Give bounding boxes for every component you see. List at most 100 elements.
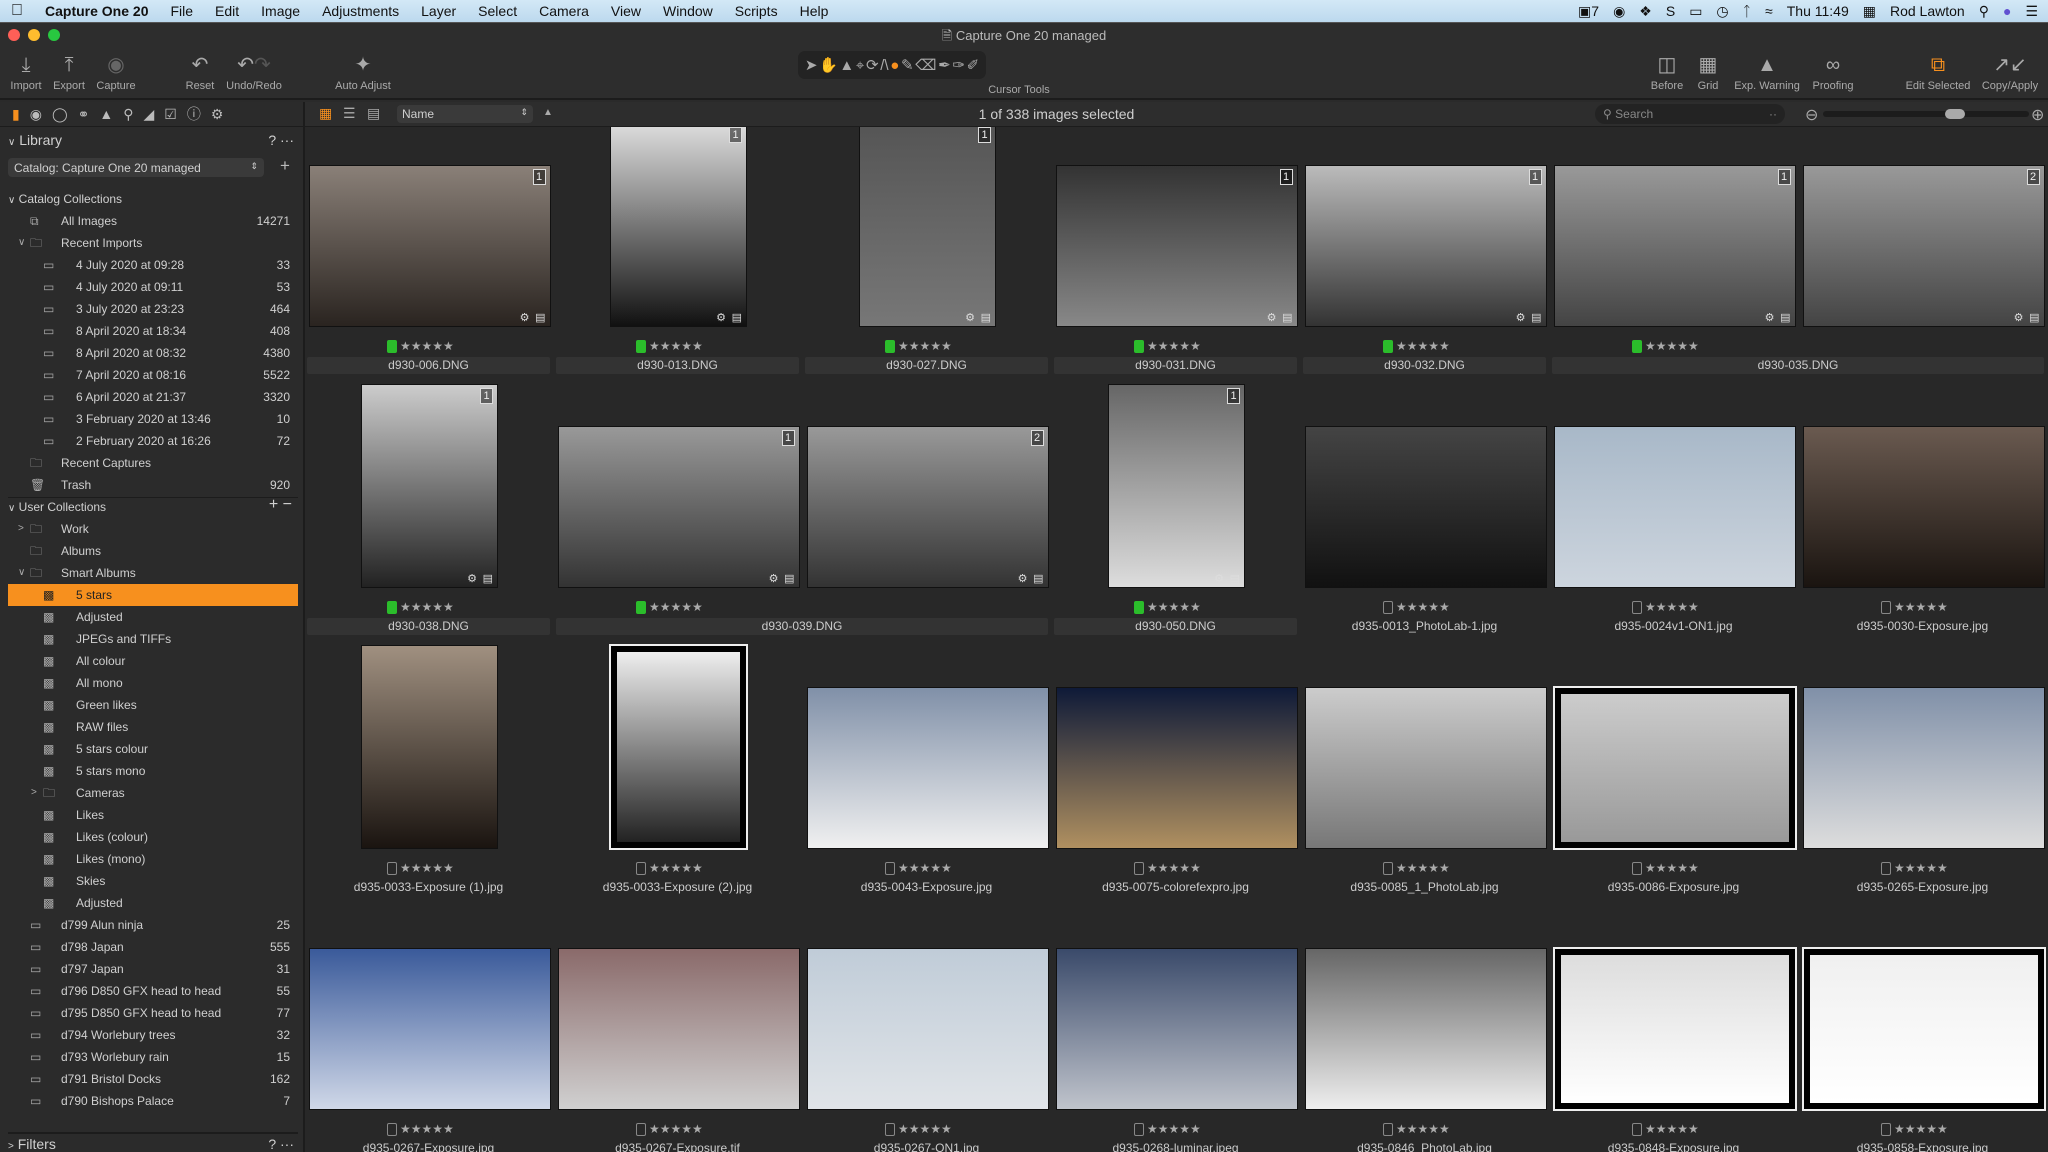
proofing-button[interactable]: ∞ Proofing [1803, 50, 1863, 92]
collection-item[interactable]: ▩ Likes (mono) [8, 848, 298, 870]
collection-item[interactable]: ⧉ All Images 14271 [8, 210, 298, 232]
thumbnail-cell[interactable]: ★★★★★ d935-0268-luminar.jpeg [1052, 127, 1301, 1152]
collection-item[interactable]: ▩ Likes (colour) [8, 826, 298, 848]
crop-icon[interactable]: ⌖ [856, 57, 864, 74]
spot-removal-icon[interactable]: ✎ [901, 56, 914, 74]
menu-image[interactable]: Image [250, 3, 311, 19]
creative-cloud-icon[interactable]: ◉ [1613, 3, 1625, 20]
collection-item[interactable]: 🗑 Trash 920 [8, 474, 298, 496]
thumbnail-image[interactable] [1552, 947, 1797, 1111]
thumbnail-cell[interactable]: ★★★★★ d935-0267-Exposure.jpg [305, 127, 554, 1152]
menu-window[interactable]: Window [652, 3, 724, 19]
star-rating[interactable]: ★★★★★ [400, 1122, 454, 1136]
star-rating[interactable]: ★★★★★ [1147, 1122, 1201, 1136]
select-cursor-icon[interactable]: ➤ [805, 56, 818, 74]
collection-item[interactable]: 🗀 Albums [8, 540, 298, 562]
airplay-icon[interactable]: ▭ [1689, 3, 1702, 20]
siri-icon[interactable]: ● [2003, 3, 2011, 19]
menu-help[interactable]: Help [789, 3, 840, 19]
catalog-select[interactable]: Catalog: Capture One 20 managed ⇕ [8, 158, 264, 177]
menu-select[interactable]: Select [467, 3, 528, 19]
collection-item[interactable]: ▭ d796 D850 GFX head to head 55 [8, 980, 298, 1002]
collection-item[interactable]: ▭ d794 Worlebury trees 32 [8, 1024, 298, 1046]
star-rating[interactable]: ★★★★★ [1645, 1122, 1699, 1136]
menu-edit[interactable]: Edit [204, 3, 250, 19]
star-rating[interactable]: ★★★★★ [1396, 1122, 1450, 1136]
collection-item[interactable]: ▭ 4 July 2020 at 09:11 53 [8, 276, 298, 298]
thumbnail-cell[interactable]: ★★★★★ d935-0267-ON1.jpg [803, 127, 1052, 1152]
collection-item[interactable]: ▭ 8 April 2020 at 18:34 408 [8, 320, 298, 342]
color-tag[interactable] [1881, 1122, 1891, 1136]
notification-center-icon[interactable]: ☰ [2025, 3, 2038, 20]
time-machine-icon[interactable]: ◷ [1716, 3, 1728, 20]
s-icon[interactable]: S [1666, 3, 1675, 19]
collection-item[interactable]: > 🗀 Work [8, 518, 298, 540]
collection-item[interactable]: ▭ 3 February 2020 at 13:46 10 [8, 408, 298, 430]
zoom-in-icon[interactable]: ⊕ [2031, 105, 2044, 125]
slider-handle[interactable] [1945, 109, 1965, 119]
menu-adjustments[interactable]: Adjustments [311, 3, 410, 19]
collection-item[interactable]: ▩ 5 stars mono [8, 760, 298, 782]
collection-item[interactable]: ▩ 5 stars colour [8, 738, 298, 760]
thumbnail-cell[interactable]: ★★★★★ d935-0858-Exposure.jpg [1799, 127, 2048, 1152]
zoom-out-icon[interactable]: ⊖ [1805, 105, 1818, 125]
eraser-icon[interactable]: ⌫ [915, 56, 936, 74]
thumbnail-cell[interactable]: ★★★★★ d935-0848-Exposure.jpg [1550, 127, 1799, 1152]
rotate-icon[interactable]: ⟳ [866, 56, 879, 74]
gradient-mask-icon[interactable]: ✑ [952, 56, 965, 74]
collection-item[interactable]: ▭ 8 April 2020 at 08:32 4380 [8, 342, 298, 364]
color-tag[interactable] [387, 1122, 397, 1136]
clock[interactable]: Thu 11:49 [1787, 3, 1849, 19]
straighten-icon[interactable]: /\ [880, 57, 888, 74]
collection-item[interactable]: ∨ 🗀 Smart Albums [8, 562, 298, 584]
collection-item[interactable]: ▩ JPEGs and TIFFs [8, 628, 298, 650]
collection-item[interactable]: ▭ d795 D850 GFX head to head 77 [8, 1002, 298, 1024]
collection-item[interactable]: ▩ Adjusted [8, 606, 298, 628]
menu-file[interactable]: File [159, 3, 204, 19]
edit-selected-button[interactable]: ⧉ Edit Selected [1898, 50, 1978, 92]
collection-item[interactable]: ▭ 4 July 2020 at 09:28 33 [8, 254, 298, 276]
copy-apply-button[interactable]: ↗↙ Copy/Apply [1975, 50, 2045, 92]
color-tag[interactable] [885, 1122, 895, 1136]
collection-item[interactable]: ▩ 5 stars [8, 584, 298, 606]
collection-item[interactable]: ▩ All colour [8, 650, 298, 672]
collection-item[interactable]: ∨ 🗀 Recent Imports [8, 232, 298, 254]
menu-scripts[interactable]: Scripts [724, 3, 789, 19]
auto-adjust-button[interactable]: ✦ Auto Adjust [323, 50, 403, 92]
filters-header[interactable]: > Filters? ··· [8, 1132, 298, 1152]
menu-view[interactable]: View [600, 3, 652, 19]
thumbnail-image[interactable] [807, 949, 1048, 1109]
thumbnail-image[interactable] [558, 949, 799, 1109]
collection-item[interactable]: ▭ 6 April 2020 at 21:37 3320 [8, 386, 298, 408]
collection-item[interactable]: ▭ d798 Japan 555 [8, 936, 298, 958]
collection-item[interactable]: ▭ d791 Bristol Docks 162 [8, 1068, 298, 1090]
star-rating[interactable]: ★★★★★ [1894, 1122, 1948, 1136]
collection-item[interactable]: ▭ d799 Alun ninja 25 [8, 914, 298, 936]
thumbnail-cell[interactable]: ★★★★★ d935-0846_PhotoLab.jpg [1301, 127, 1550, 1152]
add-collection-icon[interactable]: + [269, 496, 278, 513]
collection-item[interactable]: ▩ Green likes [8, 694, 298, 716]
collection-item[interactable]: ▭ d790 Bishops Palace 7 [8, 1090, 298, 1112]
chevron-down-icon[interactable]: ∨ [18, 562, 25, 584]
chevron-right-icon[interactable]: > [31, 782, 37, 804]
collection-item[interactable]: ▭ 3 July 2020 at 23:23 464 [8, 298, 298, 320]
thumbnail-image[interactable] [1056, 949, 1297, 1109]
collection-item[interactable]: ▩ Skies [8, 870, 298, 892]
add-catalog-icon[interactable]: + [280, 156, 290, 176]
more-icon[interactable]: ··· [280, 132, 294, 148]
library-header[interactable]: ∨ Library? ··· [8, 132, 298, 148]
color-tag[interactable] [1383, 1122, 1393, 1136]
notes-icon[interactable]: ▣7 [1578, 3, 1599, 20]
pan-hand-icon[interactable]: ✋ [819, 56, 838, 74]
color-tag[interactable] [1632, 1122, 1642, 1136]
wifi-icon[interactable]: ≈ [1765, 3, 1773, 19]
user-name[interactable]: Rod Lawton [1890, 3, 1965, 19]
reset-button[interactable]: ↶ Reset [170, 50, 230, 92]
menu-app[interactable]: Capture One 20 [34, 3, 159, 19]
help-icon[interactable]: ? [268, 132, 276, 148]
collection-item[interactable]: ▭ 7 April 2020 at 08:16 5522 [8, 364, 298, 386]
library-tab-icon[interactable]: ▮ [12, 106, 20, 123]
thumbnail-cell[interactable]: ★★★★★ d935-0267-Exposure.tif [554, 127, 803, 1152]
bluetooth-icon[interactable]: ᛏ [1743, 3, 1751, 19]
thumbnail-image[interactable] [309, 949, 550, 1109]
